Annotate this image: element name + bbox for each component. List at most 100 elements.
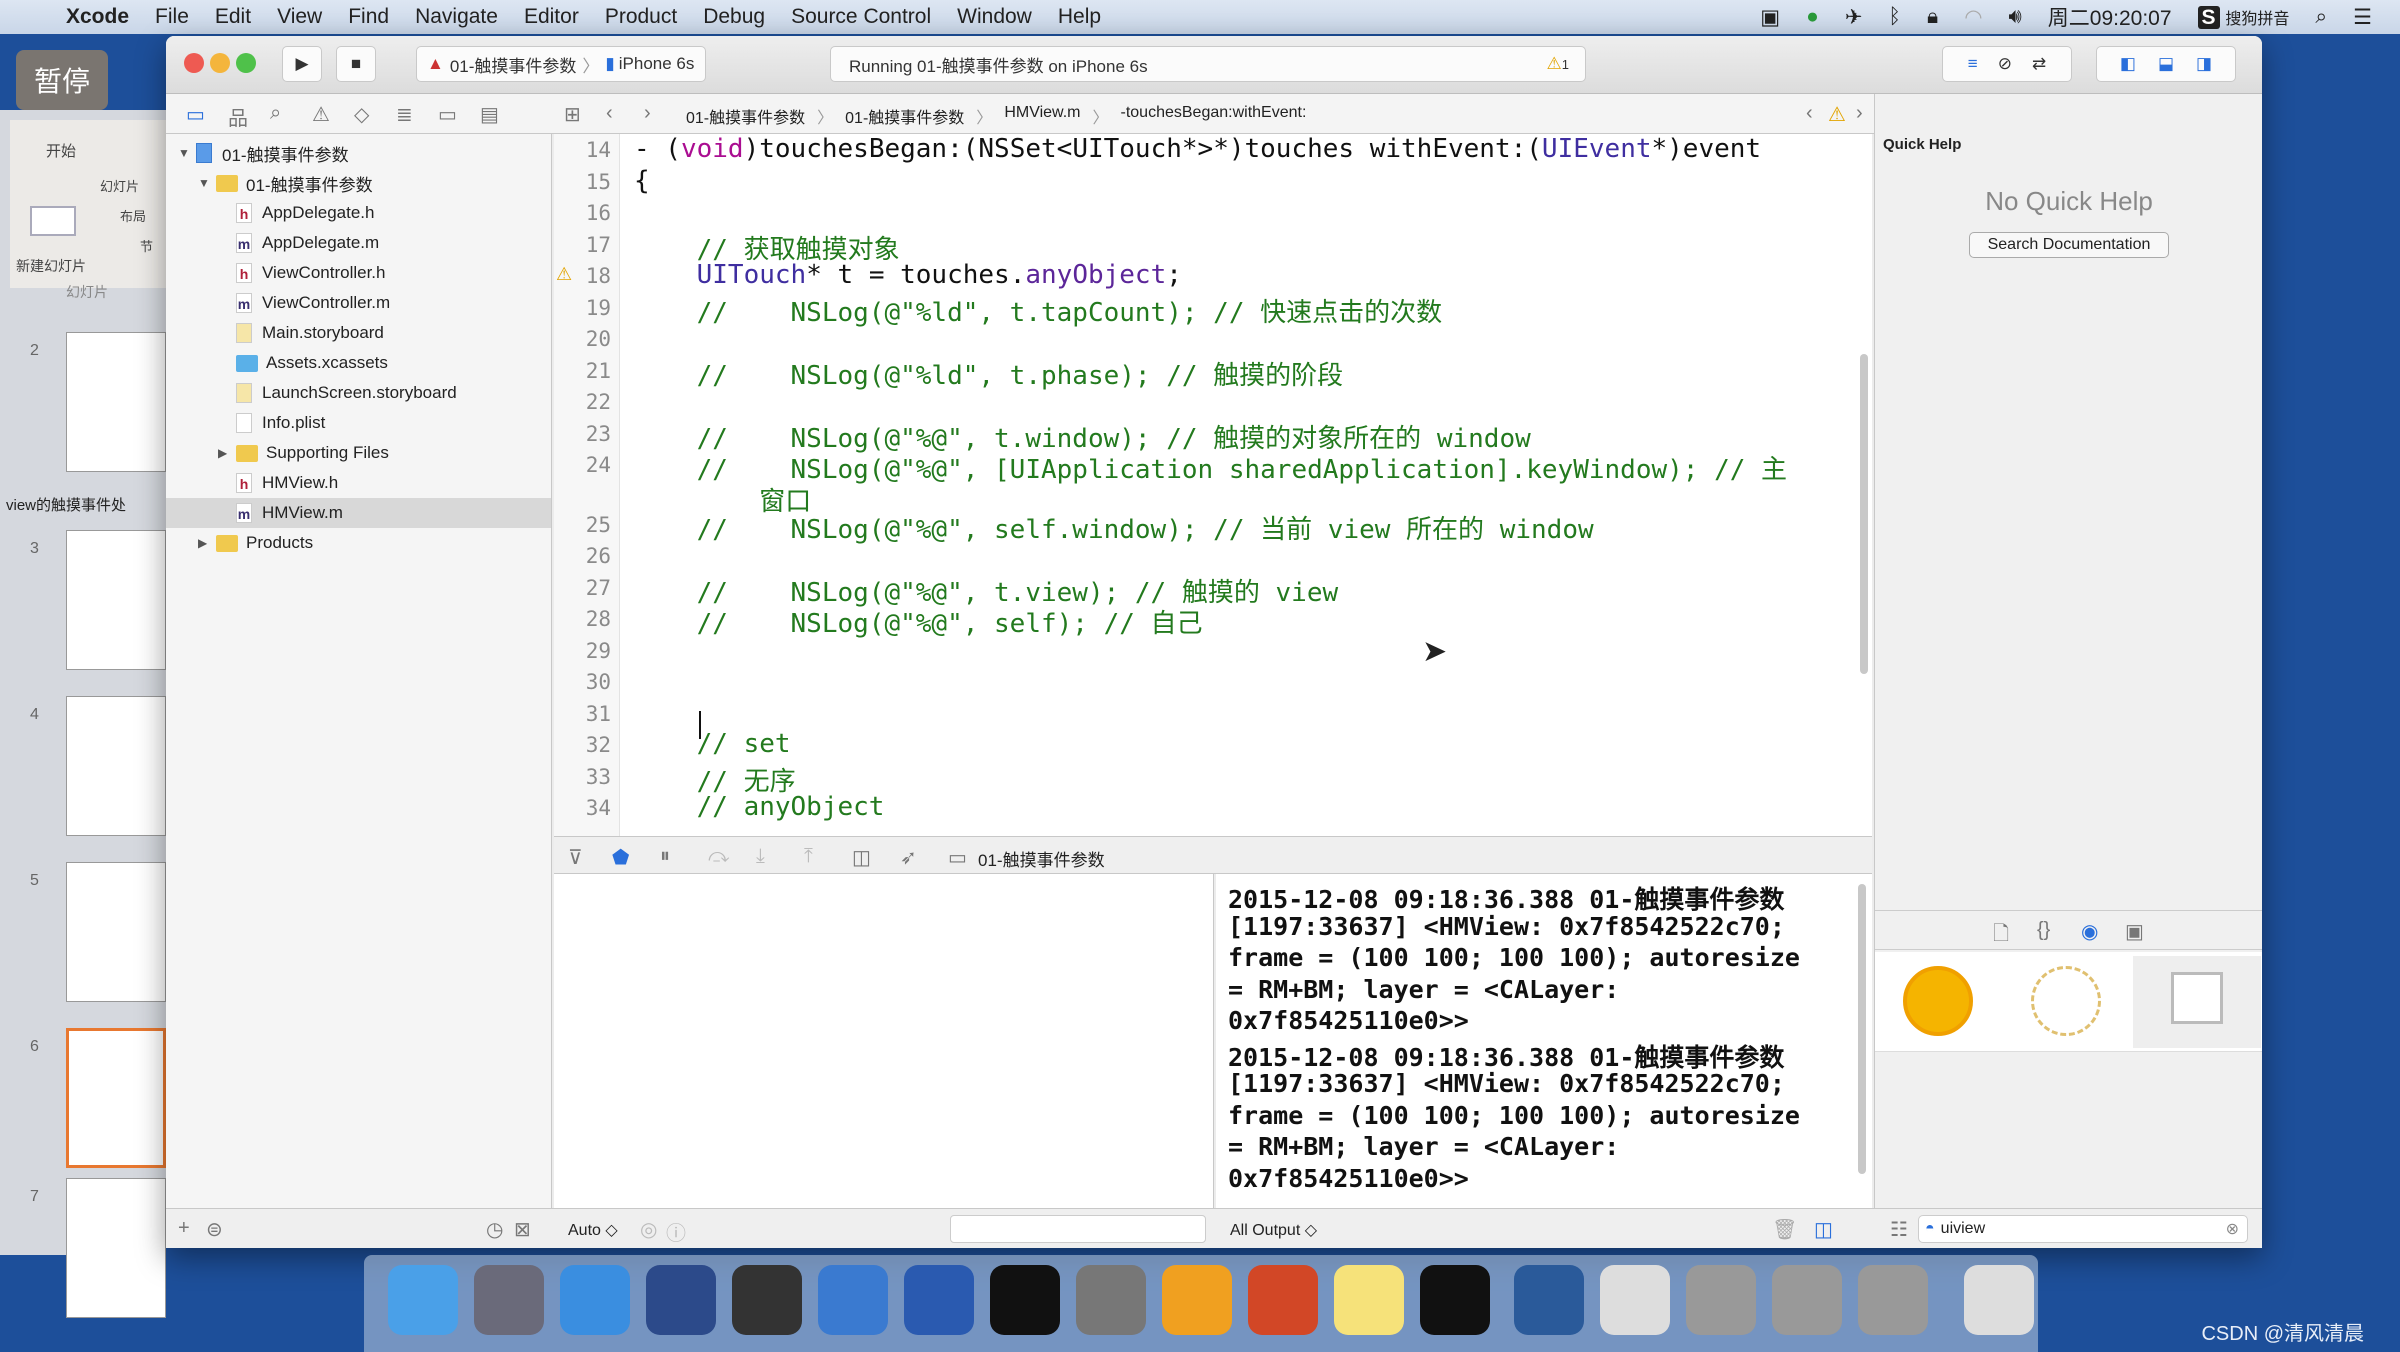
breadcrumb-item[interactable]: 01-触摸事件参数 [686, 104, 805, 128]
issue-warning-icon[interactable]: ⚠ [1828, 102, 1846, 127]
issue-navigator-icon[interactable]: ⚠ [312, 102, 330, 127]
dock-safari-icon[interactable] [560, 1265, 630, 1335]
media-library-icon[interactable]: ▣ [2125, 919, 2144, 944]
version-editor-icon[interactable]: ⇄ [2032, 54, 2046, 74]
breadcrumb-item[interactable]: -touchesBegan:withEvent: [1121, 104, 1307, 128]
clock[interactable]: 周二09:20:07 [2048, 2, 2172, 32]
ppt-slides-tab[interactable]: 幻灯片 [66, 282, 108, 302]
find-navigator-icon[interactable]: ⌕ [270, 102, 281, 125]
menu-file[interactable]: File [155, 5, 189, 29]
navigator-item[interactable]: ▼mHMView.m [166, 498, 551, 528]
trash-icon[interactable]: 🗑︎ [1772, 1217, 1797, 1242]
disclosure-closed-icon[interactable]: ▶ [198, 536, 216, 550]
library-item-box[interactable] [2133, 956, 2261, 1048]
disclosure-closed-icon[interactable]: ▶ [218, 446, 236, 460]
test-navigator-icon[interactable]: ◇ [354, 102, 369, 127]
toggle-utilities-icon[interactable]: ◨ [2196, 54, 2212, 74]
dock-sketch-icon[interactable] [1162, 1265, 1232, 1335]
library-item-view-icon[interactable] [1903, 966, 1973, 1036]
navigator-item[interactable]: ▼Info.plist [166, 408, 551, 438]
dock-photo-booth-icon[interactable] [732, 1265, 802, 1335]
forward-icon[interactable]: › [644, 102, 651, 125]
menu-window[interactable]: Window [957, 5, 1032, 29]
slide-thumbnail[interactable] [66, 332, 166, 472]
info-icon[interactable]: ⓘ [666, 1217, 686, 1246]
related-items-icon[interactable]: ⊞ [564, 102, 581, 127]
screen-record-icon[interactable]: ▣ [1760, 5, 1780, 30]
pause-overlay[interactable]: 暂停 [16, 50, 108, 110]
back-icon[interactable]: ‹ [606, 102, 613, 125]
airplane-icon[interactable]: ✈ [1845, 5, 1863, 30]
menu-editor[interactable]: Editor [524, 5, 579, 29]
navigator-filter-icon[interactable]: ⊜ [206, 1217, 223, 1242]
new-slide-button[interactable]: 新建幻灯片 [16, 256, 86, 276]
add-file-icon[interactable]: + [178, 1217, 190, 1240]
navigator-item[interactable]: ▼ 01-触摸事件参数 [166, 168, 551, 198]
navigator-item[interactable]: ▼hViewController.h [166, 258, 551, 288]
menu-product[interactable]: Product [605, 5, 677, 29]
notification-list-icon[interactable]: ☰ [2353, 5, 2372, 30]
navigator-item[interactable]: ▼LaunchScreen.storyboard [166, 378, 551, 408]
quick-look-icon[interactable]: ◎ [640, 1217, 657, 1242]
ppt-tab-home[interactable]: 开始 [46, 140, 76, 161]
dock-screen-capture-icon[interactable] [1686, 1265, 1756, 1335]
breakpoint-navigator-icon[interactable]: ▭ [438, 102, 457, 127]
run-button[interactable]: ▶ [282, 46, 322, 82]
dock-launchpad-icon[interactable] [474, 1265, 544, 1335]
dock-trash-icon[interactable] [1964, 1265, 2034, 1335]
step-over-icon[interactable]: ⤼ [708, 845, 729, 868]
dock-system-preferences-icon[interactable] [1076, 1265, 1146, 1335]
symbol-navigator-icon[interactable]: 品 [228, 102, 248, 131]
dock-finder-icon[interactable] [388, 1265, 458, 1335]
menu-navigate[interactable]: Navigate [415, 5, 498, 29]
report-navigator-icon[interactable]: ▤ [480, 102, 499, 127]
recent-files-icon[interactable]: ◷ [486, 1217, 503, 1242]
object-library-icon[interactable]: ◉ [2081, 919, 2098, 944]
source-editor[interactable]: 14 15 16 17 18 ⚠ 19 20 21 22 23 24 25 26 27 28 29 30 31 32 3… [554, 134, 1872, 874]
dock-xcode-icon[interactable] [818, 1265, 888, 1335]
navigator-item[interactable]: ▼mViewController.m [166, 288, 551, 318]
menu-edit[interactable]: Edit [215, 5, 251, 29]
disclosure-open-icon[interactable]: ▼ [178, 146, 196, 160]
project-navigator-icon[interactable]: ▭ [186, 102, 205, 127]
slide-thumbnail[interactable] [66, 696, 166, 836]
dock-quicktime-icon[interactable] [1514, 1265, 1584, 1335]
assistant-editor-icon[interactable]: ⊘ [1998, 54, 2012, 74]
console-scrollbar[interactable] [1858, 884, 1866, 1174]
step-out-icon[interactable]: ⤒ [804, 845, 813, 868]
hide-debug-area-icon[interactable]: ⊽ [568, 845, 583, 870]
location-icon[interactable]: ➶ [900, 845, 917, 870]
spotlight-icon[interactable]: ⌕ [2315, 5, 2327, 29]
dock-screen-capture-2-icon[interactable] [1772, 1265, 1842, 1335]
scm-filter-icon[interactable]: ⊠ [514, 1217, 531, 1242]
dock-powerpoint-icon[interactable] [1248, 1265, 1318, 1335]
view-debugger-icon[interactable]: ◫ [852, 845, 871, 870]
console-output[interactable]: 2015-12-08 09:18:36.388 01-触摸事件参数 [1197:3… [1216, 874, 1872, 1246]
previous-issue-icon[interactable]: ‹ [1806, 102, 1813, 125]
ppt-section[interactable]: 节 [140, 236, 153, 255]
file-template-library-icon[interactable]: 🗋︎ [1993, 919, 2009, 953]
close-button[interactable] [184, 53, 204, 73]
dock-exec-icon[interactable] [1420, 1265, 1490, 1335]
variables-filter-input[interactable] [950, 1215, 1206, 1243]
wifi-icon[interactable]: ◠ [1964, 5, 1982, 30]
slide-thumbnail[interactable] [66, 862, 166, 1002]
dock-notes-icon[interactable] [1334, 1265, 1404, 1335]
code-snippet-library-icon[interactable]: {} [2037, 919, 2050, 942]
volume-icon[interactable]: 🔊︎ [2009, 5, 2022, 29]
navigator-item[interactable]: ▼hHMView.h [166, 468, 551, 498]
variables-view[interactable] [554, 874, 1214, 1246]
slide-thumbnail[interactable] [66, 530, 166, 670]
menu-xcode[interactable]: Xcode [66, 5, 129, 29]
navigator-item[interactable]: ▼Assets.xcassets [166, 348, 551, 378]
menu-help[interactable]: Help [1058, 5, 1101, 29]
lock-icon[interactable]: 🔒︎ [1927, 5, 1938, 29]
search-documentation-button[interactable]: Search Documentation [1969, 232, 2169, 258]
menu-source-control[interactable]: Source Control [791, 5, 931, 29]
library-filter-input[interactable]: ◓ uiview ⊗ [1918, 1215, 2248, 1243]
warning-icon[interactable]: ⚠ [556, 264, 572, 285]
step-into-icon[interactable]: ⤓ [756, 845, 765, 868]
bluetooth-icon[interactable]: ᛒ [1888, 5, 1901, 29]
debug-navigator-icon[interactable]: ≣ [396, 102, 413, 127]
breakpoints-toggle-icon[interactable]: ⬟ [612, 845, 629, 870]
